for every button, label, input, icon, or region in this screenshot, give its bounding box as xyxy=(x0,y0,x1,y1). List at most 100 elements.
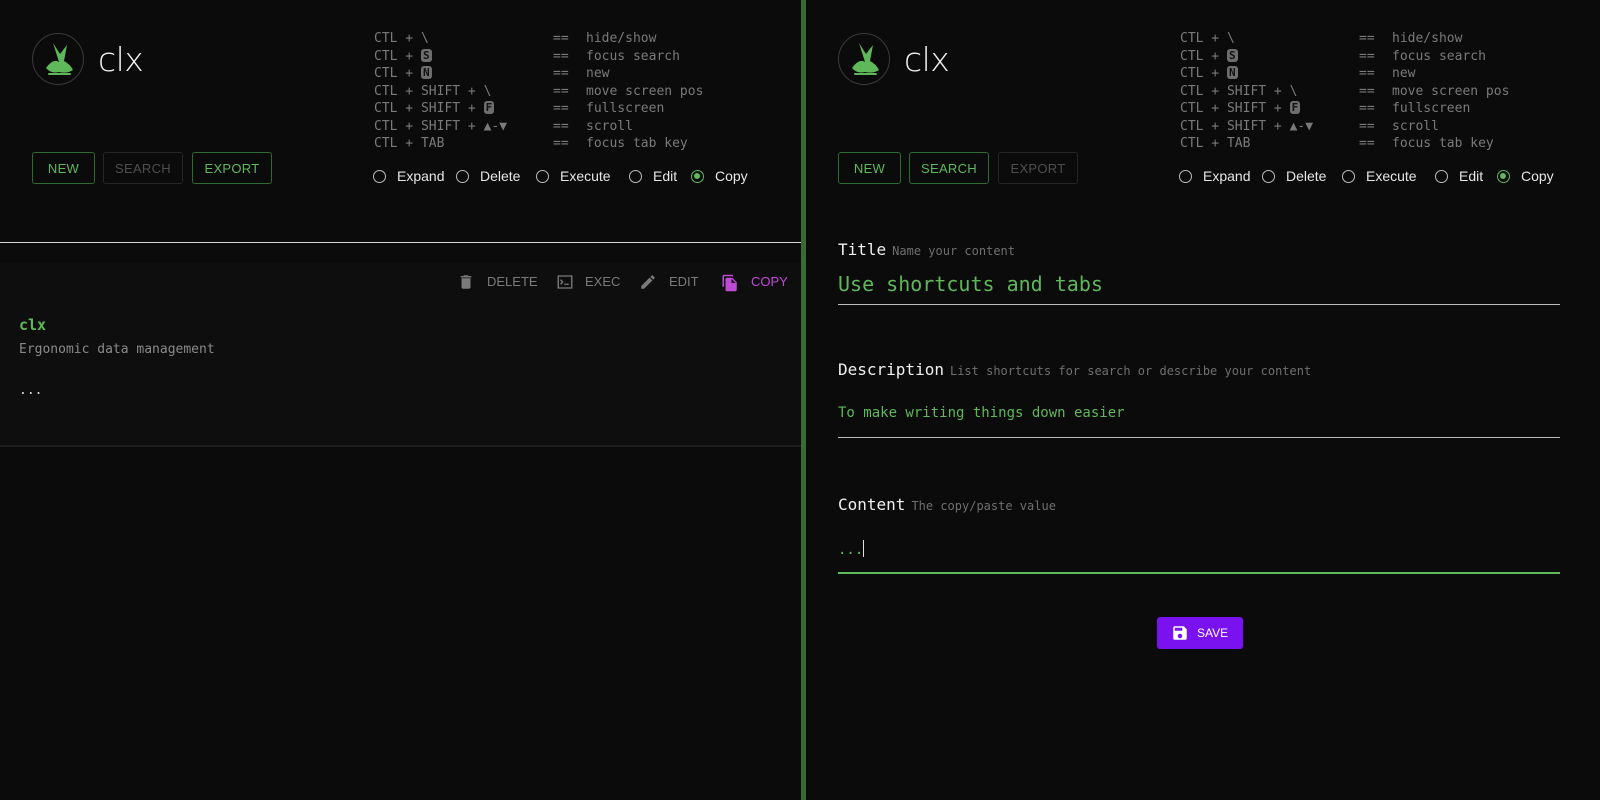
shortcut-keys: CTL + SHIFT + ▲-▼ xyxy=(1180,118,1314,134)
shortcut-keys: CTL + TAB xyxy=(1180,136,1251,151)
description-input[interactable]: To make writing things down easier xyxy=(838,405,1125,421)
title-field: Title Name your content Use shortcuts and… xyxy=(838,240,1560,306)
save-button[interactable]: SAVE xyxy=(1157,617,1243,649)
radio-circle-icon xyxy=(536,170,549,183)
shortcut-equals: == xyxy=(553,118,569,134)
shortcut-equals: == xyxy=(553,48,569,64)
card-title: clx xyxy=(19,316,47,334)
radio-circle-icon xyxy=(1179,170,1192,183)
radio-circle-icon xyxy=(629,170,642,183)
shortcut-equals: == xyxy=(553,136,569,151)
shortcut-keys: CTL + SHIFT + \ xyxy=(374,83,492,99)
floppy-disk-icon xyxy=(1173,626,1187,640)
card-content: ... xyxy=(19,383,43,398)
title-input[interactable]: Use shortcuts and tabs xyxy=(838,272,1103,296)
content-hint: The copy/paste value xyxy=(911,499,1056,513)
key-cap: N xyxy=(420,66,432,79)
shortcut-equals: == xyxy=(1359,66,1375,81)
terminal-icon xyxy=(557,275,573,289)
shortcut-equals: == xyxy=(553,101,569,116)
description-underline xyxy=(838,437,1560,438)
export-button[interactable]: EXPORT xyxy=(998,152,1078,184)
shortcut-description: focus search xyxy=(1392,48,1486,64)
shortcut-keys: CTL + SHIFT + F xyxy=(374,101,495,116)
text-caret xyxy=(863,540,865,557)
shortcut-keys: CTL + SHIFT + F xyxy=(1180,101,1301,116)
content-input[interactable]: ... xyxy=(838,540,865,558)
content-underline xyxy=(838,572,1560,574)
right-pane: clx CTL + \ == hide/show CTL + S == focus sea… xyxy=(806,0,1600,800)
shortcut-keys: CTL + N xyxy=(374,66,432,81)
card-description: Ergonomic data management xyxy=(19,342,215,357)
shortcut-equals: == xyxy=(1359,83,1375,99)
shortcut-description: hide/show xyxy=(1392,31,1463,46)
pencil-icon xyxy=(641,275,655,289)
shortcut-equals: == xyxy=(553,83,569,99)
description-field: Description List shortcuts for search or … xyxy=(838,360,1560,440)
content-field: Content The copy/paste value ... xyxy=(838,495,1560,575)
new-button[interactable]: NEW xyxy=(838,152,901,184)
title-underline xyxy=(838,304,1560,305)
shortcut-description: new xyxy=(586,66,610,81)
shortcut-description: focus search xyxy=(586,48,680,64)
shortcut-description: scroll xyxy=(1392,118,1439,134)
divider-line xyxy=(0,242,801,243)
shortcut-description: fullscreen xyxy=(1392,101,1471,116)
copy-icon xyxy=(722,274,737,292)
description-hint: List shortcuts for search or describe yo… xyxy=(949,364,1312,378)
title-label: Title xyxy=(838,240,887,259)
radio-circle-icon xyxy=(1342,170,1355,183)
app-title: clx xyxy=(904,40,950,79)
shortcut-description: new xyxy=(1392,66,1416,81)
save-label: SAVE xyxy=(1197,626,1229,640)
shortcut-keys: CTL + SHIFT + ▲-▼ xyxy=(374,118,508,134)
shortcut-keys: CTL + S xyxy=(374,48,432,64)
radio-circle-icon xyxy=(1435,170,1448,183)
bird-icon xyxy=(32,33,84,85)
shortcut-keys: CTL + TAB xyxy=(374,136,445,151)
shortcut-keys: CTL + N xyxy=(1180,66,1238,81)
shortcut-equals: == xyxy=(1359,31,1375,46)
shortcut-equals: == xyxy=(1359,136,1375,151)
content-value: ... xyxy=(838,542,864,558)
shortcut-keys: CTL + \ xyxy=(1180,31,1235,46)
shortcut-description: scroll xyxy=(586,118,633,134)
new-button[interactable]: NEW xyxy=(32,152,95,184)
content-card[interactable]: DELETE EXEC EDIT COPY clx Ergonomic data… xyxy=(0,263,801,447)
shortcut-description: hide/show xyxy=(586,31,657,46)
shortcut-description: fullscreen xyxy=(586,101,665,116)
search-button[interactable]: SEARCH xyxy=(103,152,183,184)
shortcut-keys: CTL + SHIFT + \ xyxy=(1180,83,1298,99)
radio-checked-icon xyxy=(691,170,704,183)
shortcut-equals: == xyxy=(553,66,569,81)
shortcut-equals: == xyxy=(1359,118,1375,134)
content-label: Content xyxy=(838,495,906,514)
left-pane: clx CTL + \ == hide/show CTL + S == focus sea… xyxy=(0,0,801,800)
shortcut-keys: CTL + \ xyxy=(374,31,429,46)
key-cap: F xyxy=(483,101,495,114)
app-title: clx xyxy=(98,40,144,79)
key-cap: S xyxy=(1226,48,1238,62)
trash-icon xyxy=(460,275,472,289)
radio-circle-icon xyxy=(456,170,469,183)
description-label: Description xyxy=(838,360,944,379)
radio-circle-icon xyxy=(1262,170,1275,183)
title-hint: Name your content xyxy=(892,244,1015,258)
header: clx CTL + \ == hide/show CTL + S == focus sea… xyxy=(806,0,1600,200)
shortcut-equals: == xyxy=(553,31,569,46)
shortcut-description: focus tab key xyxy=(1392,136,1494,151)
shortcut-description: focus tab key xyxy=(586,136,688,151)
shortcut-description: move screen pos xyxy=(1392,83,1510,99)
bird-icon xyxy=(838,33,890,85)
search-button[interactable]: SEARCH xyxy=(909,152,989,184)
card-actions: DELETE EXEC EDIT COPY xyxy=(451,270,801,294)
export-button[interactable]: EXPORT xyxy=(192,152,272,184)
shortcut-equals: == xyxy=(1359,101,1375,116)
shortcut-description: move screen pos xyxy=(586,83,704,99)
key-cap: F xyxy=(1289,101,1301,114)
shortcut-equals: == xyxy=(1359,48,1375,64)
radio-checked-icon xyxy=(1497,170,1510,183)
key-cap: S xyxy=(420,48,432,62)
key-cap: N xyxy=(1226,66,1238,79)
shortcut-keys: CTL + S xyxy=(1180,48,1238,64)
